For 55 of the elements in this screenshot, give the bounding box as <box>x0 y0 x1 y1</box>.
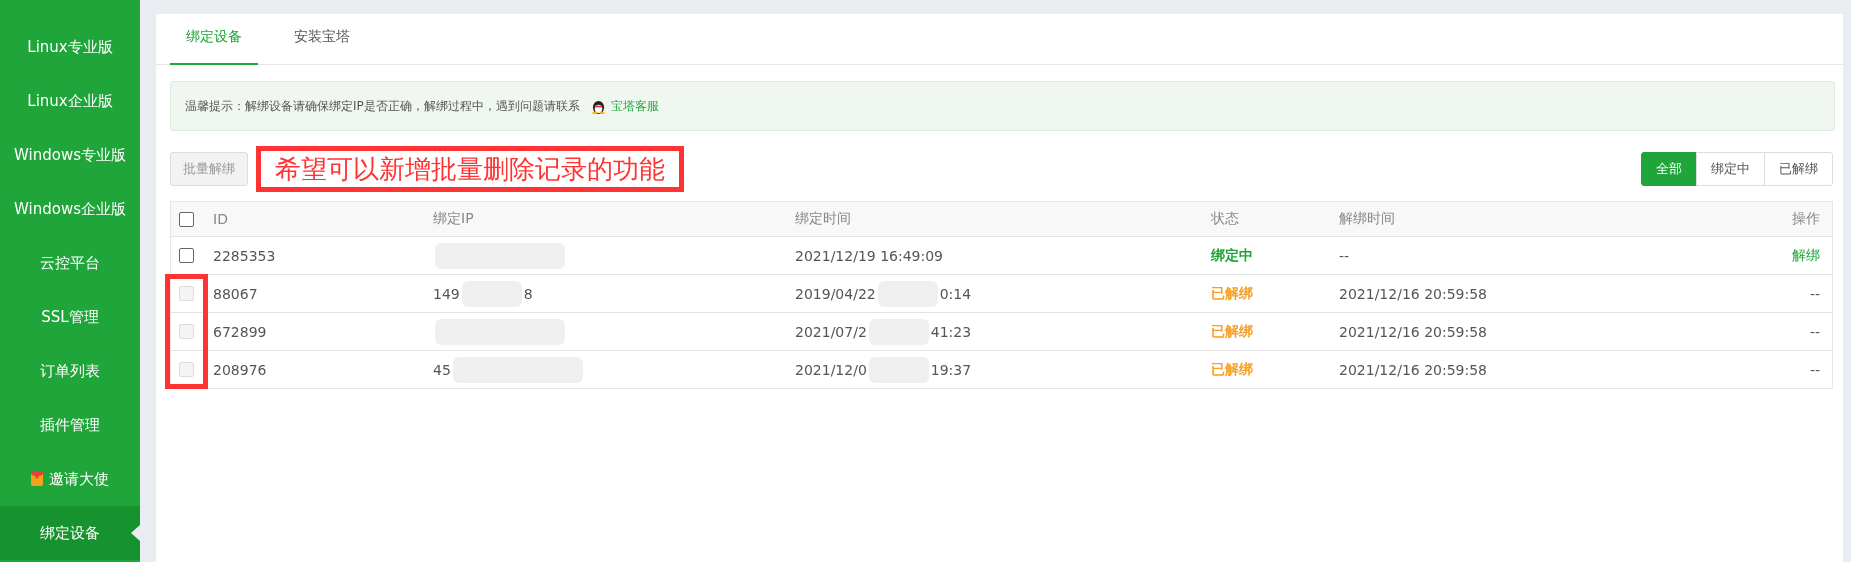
checkbox[interactable] <box>179 211 194 227</box>
column-header: 操作 <box>1791 210 1821 228</box>
cell-text: 41:23 <box>930 323 972 340</box>
table-cell-text: 2021/12/16 20:59:58 <box>1338 285 1489 302</box>
cell-text: 19:37 <box>930 361 972 378</box>
sidebar-item[interactable]: Linux专业版 <box>0 20 140 74</box>
tab[interactable]: 安装宝塔 <box>278 14 366 65</box>
column-header: ID <box>212 211 229 227</box>
sidebar-item[interactable]: 绑定设备 <box>0 506 140 560</box>
filter-button[interactable]: 已解绑 <box>1764 152 1833 186</box>
sidebar-item[interactable]: Linux企业版 <box>0 74 140 128</box>
column-header: 绑定IP <box>432 210 475 228</box>
cell-text: 2021/07/2 <box>795 323 867 340</box>
table-cell: -- <box>1809 285 1820 302</box>
notice-text: 温馨提示：解绑设备请确保绑定IP是否正确，解绑过程中，遇到问题请联系 <box>185 97 580 115</box>
sidebar-item[interactable]: 云控平台 <box>0 236 140 290</box>
cell-text: 0:14 <box>939 285 972 302</box>
table-cell-text: 2285353 <box>212 247 277 264</box>
sidebar-item[interactable]: 插件管理 <box>0 398 140 452</box>
tab[interactable]: 绑定设备 <box>170 14 258 65</box>
envelope-icon <box>31 472 43 486</box>
checkbox[interactable] <box>179 248 194 263</box>
column-header: 解绑时间 <box>1338 210 1396 228</box>
sidebar-item[interactable]: Windows专业版 <box>0 128 140 182</box>
sidebar-item[interactable]: SSL管理 <box>0 290 140 344</box>
table-cell: -- <box>1809 361 1820 378</box>
table-cell-text: 672899 <box>212 323 268 340</box>
sidebar-item[interactable]: Windows企业版 <box>0 182 140 236</box>
status-text: 已解绑 <box>1211 360 1253 377</box>
column-header: 状态 <box>1210 210 1240 228</box>
annotation-callout: 希望可以新增批量删除记录的功能 <box>256 146 684 192</box>
unbind-link[interactable]: 解绑 <box>1792 246 1820 263</box>
cell-text: 45 <box>433 361 451 378</box>
pointer-icon <box>131 525 140 541</box>
penguin-icon <box>591 98 605 114</box>
table-cell-text: 2021/12/16 20:59:58 <box>1338 361 1489 378</box>
cell-text: 8 <box>523 285 533 302</box>
table-cell-text: 2021/12/16 20:59:58 <box>1338 323 1489 340</box>
status-text: 已解绑 <box>1211 284 1253 301</box>
sidebar-item[interactable]: 订单列表 <box>0 344 140 398</box>
status-text: 绑定中 <box>1211 246 1253 263</box>
table-cell-text: 208976 <box>212 361 268 378</box>
cell-text: 2021/12/0 <box>795 361 867 378</box>
table-cell: -- <box>1809 323 1820 340</box>
filter-button[interactable]: 全部 <box>1641 152 1697 186</box>
filter-button[interactable]: 绑定中 <box>1696 152 1765 186</box>
support-link[interactable]: 宝塔客服 <box>610 97 659 115</box>
table-cell-text: 88067 <box>212 285 259 302</box>
column-header: 绑定时间 <box>794 210 852 228</box>
table-cell-text: -- <box>1338 247 1351 264</box>
sidebar-item[interactable]: 邀请大使 <box>0 452 140 506</box>
cell-text: 2021/12/19 16:49:09 <box>795 247 944 264</box>
cell-text: 149 <box>433 285 460 302</box>
status-text: 已解绑 <box>1211 322 1253 339</box>
cell-text: 2019/04/22 <box>795 285 876 302</box>
